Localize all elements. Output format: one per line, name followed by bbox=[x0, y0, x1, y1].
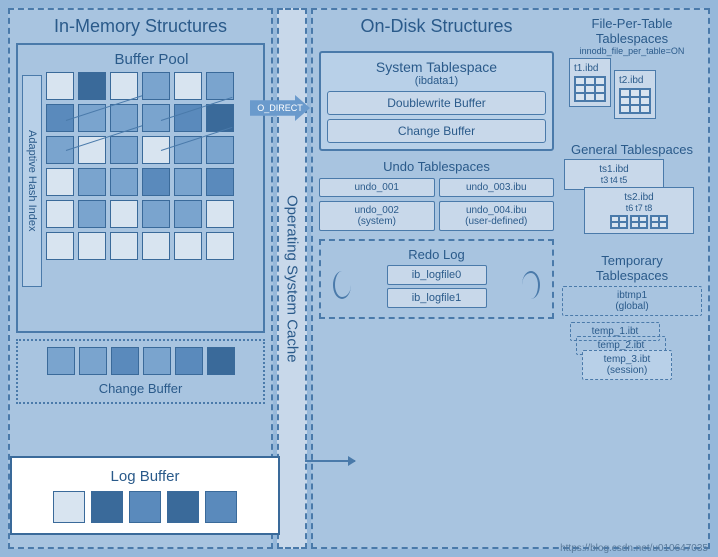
cycle-arrow-icon bbox=[333, 271, 351, 299]
buffer-pool: Buffer Pool Adaptive Hash Index bbox=[16, 43, 265, 333]
doublewrite-buffer: Doublewrite Buffer bbox=[327, 91, 546, 115]
change-buffer: Change Buffer bbox=[16, 339, 265, 404]
t2-ibd: t2.ibd bbox=[614, 70, 656, 119]
on-disk-title: On-Disk Structures bbox=[319, 16, 554, 37]
table-icon bbox=[619, 88, 651, 114]
table-icon bbox=[574, 76, 606, 102]
file-per-table: File-Per-Table Tablespaces innodb_file_p… bbox=[562, 16, 702, 136]
log-buffer: Log Buffer bbox=[10, 456, 280, 535]
t1-ibd: t1.ibd bbox=[569, 58, 611, 107]
adaptive-hash-index: Adaptive Hash Index bbox=[22, 75, 42, 287]
change-buffer-disk: Change Buffer bbox=[327, 119, 546, 143]
change-buffer-title: Change Buffer bbox=[24, 381, 257, 396]
redo-log: Redo Log ib_logfile0 ib_logfile1 bbox=[319, 239, 554, 319]
log-to-redo-arrow-icon bbox=[305, 460, 355, 462]
ts1-ibd: ts1.ibd t3t4t5 bbox=[564, 159, 664, 190]
watermark: https://blog.csdn.net/u010647035 bbox=[560, 543, 708, 554]
temporary-tablespaces: Temporary Tablespaces ibtmp1 (global) te… bbox=[562, 253, 702, 379]
buffer-pool-grid bbox=[46, 72, 257, 260]
ib-logfile1: ib_logfile1 bbox=[387, 288, 487, 308]
undo-004: undo_004.ibu (user-defined) bbox=[439, 201, 555, 231]
system-tablespace: System Tablespace (ibdata1) Doublewrite … bbox=[319, 51, 554, 151]
ib-logfile0: ib_logfile0 bbox=[387, 265, 487, 285]
on-disk-section: On-Disk Structures System Tablespace (ib… bbox=[311, 8, 710, 549]
os-cache: Operating System Cache bbox=[277, 8, 307, 549]
undo-tablespaces: Undo Tablespaces undo_001 undo_003.ibu u… bbox=[319, 159, 554, 231]
ibtmp1: ibtmp1 (global) bbox=[562, 286, 702, 316]
undo-003: undo_003.ibu bbox=[439, 178, 555, 197]
general-tablespaces: General Tablespaces ts1.ibd t3t4t5 ts2.i… bbox=[562, 142, 702, 247]
in-memory-title: In-Memory Structures bbox=[16, 16, 265, 37]
temp-3-ibt: temp_3.ibt (session) bbox=[582, 350, 672, 380]
buffer-pool-title: Buffer Pool bbox=[46, 51, 257, 68]
undo-002: undo_002 (system) bbox=[319, 201, 435, 231]
ts2-ibd: ts2.ibd t6t7t8 bbox=[584, 187, 694, 234]
undo-001: undo_001 bbox=[319, 178, 435, 197]
cycle-arrow-icon bbox=[522, 271, 540, 299]
